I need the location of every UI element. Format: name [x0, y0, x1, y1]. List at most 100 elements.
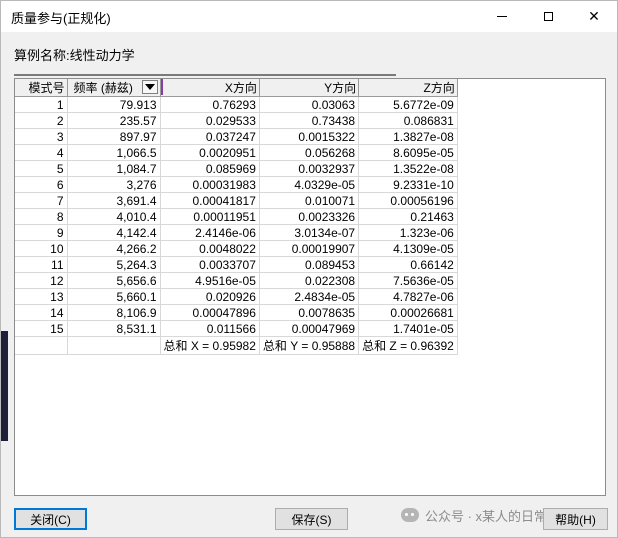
table-cell: 4,266.2 — [67, 240, 161, 257]
table-row[interactable]: 12 5,656.6 4.9516e-05 0.022308 7.5636e-05 — [15, 272, 458, 289]
close-window-button[interactable]: ✕ — [571, 1, 617, 32]
column-resize-handle[interactable] — [160, 79, 163, 95]
table-row[interactable]: 1 79.913 0.76293 0.03063 5.6772e-09 — [15, 96, 458, 113]
table-cell: 0.00041817 — [160, 192, 260, 209]
table-cell: 9.2331e-10 — [358, 176, 458, 193]
table-cell: 1.323e-06 — [358, 224, 458, 241]
divider — [14, 74, 396, 76]
table-cell: 0.73438 — [259, 112, 360, 129]
background-edge — [1, 331, 8, 441]
table-row[interactable]: 6 3,276 0.00031983 4.0329e-05 9.2331e-10 — [15, 176, 458, 193]
save-button[interactable]: 保存(S) — [275, 508, 348, 530]
table-cell: 8 — [15, 208, 68, 225]
table-cell: 1.3522e-08 — [358, 160, 458, 177]
table-cell: 0.020926 — [160, 288, 260, 305]
header-frequency-label: 频率 (赫兹) — [73, 81, 133, 95]
table-cell: 5,264.3 — [67, 256, 161, 273]
table-cell: 8.6095e-05 — [358, 144, 458, 161]
help-button[interactable]: 帮助(H) — [543, 508, 608, 530]
table-cell: 0.0048022 — [160, 240, 260, 257]
table-cell: 3.0134e-07 — [259, 224, 360, 241]
watermark: 公众号 · x某人的日常 — [401, 504, 547, 526]
wechat-icon — [401, 508, 419, 522]
table-cell: 4.1309e-05 — [358, 240, 458, 257]
sum-row: 总和 X = 0.95982 总和 Y = 0.95888 总和 Z = 0.963… — [15, 336, 458, 355]
watermark-text: 公众号 · x某人的日常 — [425, 508, 548, 524]
table-row[interactable]: 2 235.57 0.029533 0.73438 0.086831 — [15, 112, 458, 129]
chevron-down-icon — [144, 84, 155, 90]
table-row[interactable]: 13 5,660.1 0.020926 2.4834e-05 4.7827e-06 — [15, 288, 458, 305]
maximize-icon — [543, 12, 553, 21]
table-cell: 0.66142 — [358, 256, 458, 273]
table-row[interactable]: 3 897.97 0.037247 0.0015322 1.3827e-08 — [15, 128, 458, 145]
table-cell: 0.0033707 — [160, 256, 260, 273]
table-cell: 0.029533 — [160, 112, 260, 129]
table-cell: 0.76293 — [160, 96, 260, 113]
table-cell: 0.086831 — [358, 112, 458, 129]
empty-cell — [67, 336, 161, 355]
table-cell: 0.0078635 — [259, 304, 360, 321]
table-cell: 0.056268 — [259, 144, 360, 161]
table-cell: 1 — [15, 96, 68, 113]
table-cell: 0.0020951 — [160, 144, 260, 161]
table-cell: 14 — [15, 304, 68, 321]
table-cell: 0.00019907 — [259, 240, 360, 257]
table-cell: 0.022308 — [259, 272, 360, 289]
close-button[interactable]: 关闭(C) — [14, 508, 87, 530]
table-cell: 4,142.4 — [67, 224, 161, 241]
table-row[interactable]: 7 3,691.4 0.00041817 0.010071 0.00056196 — [15, 192, 458, 209]
table-body: 1 79.913 0.76293 0.03063 5.6772e-09 2 235.57 0.… — [15, 96, 458, 355]
minimize-icon — [497, 16, 507, 17]
header-x-direction[interactable]: X方向 — [160, 79, 260, 97]
maximize-button[interactable] — [525, 1, 571, 32]
table-cell: 12 — [15, 272, 68, 289]
table-cell: 0.00047969 — [259, 320, 360, 337]
table-cell: 0.085969 — [160, 160, 260, 177]
table-cell: 235.57 — [67, 112, 161, 129]
sort-dropdown-button[interactable] — [141, 80, 158, 94]
table-cell: 0.00026681 — [358, 304, 458, 321]
table-cell: 3,691.4 — [67, 192, 161, 209]
case-name-label: 算例名称:线性动力学 — [14, 48, 135, 63]
table-cell: 6 — [15, 176, 68, 193]
table-row[interactable]: 8 4,010.4 0.00011951 0.0023326 0.21463 — [15, 208, 458, 225]
table-cell: 897.97 — [67, 128, 161, 145]
table-row[interactable]: 14 8,106.9 0.00047896 0.0078635 0.00026681 — [15, 304, 458, 321]
table-cell: 2.4834e-05 — [259, 288, 360, 305]
table-cell: 5,656.6 — [67, 272, 161, 289]
table-cell: 5 — [15, 160, 68, 177]
table-row[interactable]: 5 1,084.7 0.085969 0.0032937 1.3522e-08 — [15, 160, 458, 177]
header-mode-number[interactable]: 模式号 — [15, 79, 68, 97]
empty-cell — [15, 336, 68, 355]
table-cell: 79.913 — [67, 96, 161, 113]
table-cell: 10 — [15, 240, 68, 257]
table-cell: 0.00056196 — [358, 192, 458, 209]
table-row[interactable]: 11 5,264.3 0.0033707 0.089453 0.66142 — [15, 256, 458, 273]
table-header-row: 模式号 频率 (赫兹) X方向 Y方向 Z方向 — [15, 79, 458, 97]
table-row[interactable]: 4 1,066.5 0.0020951 0.056268 8.6095e-05 — [15, 144, 458, 161]
header-frequency[interactable]: 频率 (赫兹) — [67, 79, 163, 97]
table-cell: 3,276 — [67, 176, 161, 193]
header-y-direction[interactable]: Y方向 — [259, 79, 360, 97]
table-cell: 0.03063 — [259, 96, 360, 113]
table-cell: 0.0015322 — [259, 128, 360, 145]
table-cell: 4,010.4 — [67, 208, 161, 225]
table-row[interactable]: 9 4,142.4 2.4146e-06 3.0134e-07 1.323e-06 — [15, 224, 458, 241]
sum-cell: 总和 Y = 0.95888 — [259, 336, 360, 355]
table-row[interactable]: 10 4,266.2 0.0048022 0.00019907 4.1309e-05 — [15, 240, 458, 257]
table-cell: 11 — [15, 256, 68, 273]
results-list[interactable]: 模式号 频率 (赫兹) X方向 Y方向 Z方向 1 79.913 0.76293 0.… — [14, 78, 606, 496]
table-cell: 0.00047896 — [160, 304, 260, 321]
table-cell: 1,066.5 — [67, 144, 161, 161]
header-z-direction[interactable]: Z方向 — [358, 79, 458, 97]
minimize-button[interactable] — [479, 1, 525, 32]
mass-participation-dialog: 质量参与(正规化) ✕ 算例名称:线性动力学 模式号 频率 (赫兹) X方向 Y… — [0, 0, 618, 538]
table-cell: 4 — [15, 144, 68, 161]
table-cell: 8,106.9 — [67, 304, 161, 321]
table-cell: 4.9516e-05 — [160, 272, 260, 289]
table-cell: 0.011566 — [160, 320, 260, 337]
mass-participation-table: 模式号 频率 (赫兹) X方向 Y方向 Z方向 1 79.913 0.76293 0.… — [15, 79, 458, 355]
table-row[interactable]: 15 8,531.1 0.011566 0.00047969 1.7401e-05 — [15, 320, 458, 337]
table-cell: 0.21463 — [358, 208, 458, 225]
title-bar: 质量参与(正规化) ✕ — [1, 1, 617, 32]
